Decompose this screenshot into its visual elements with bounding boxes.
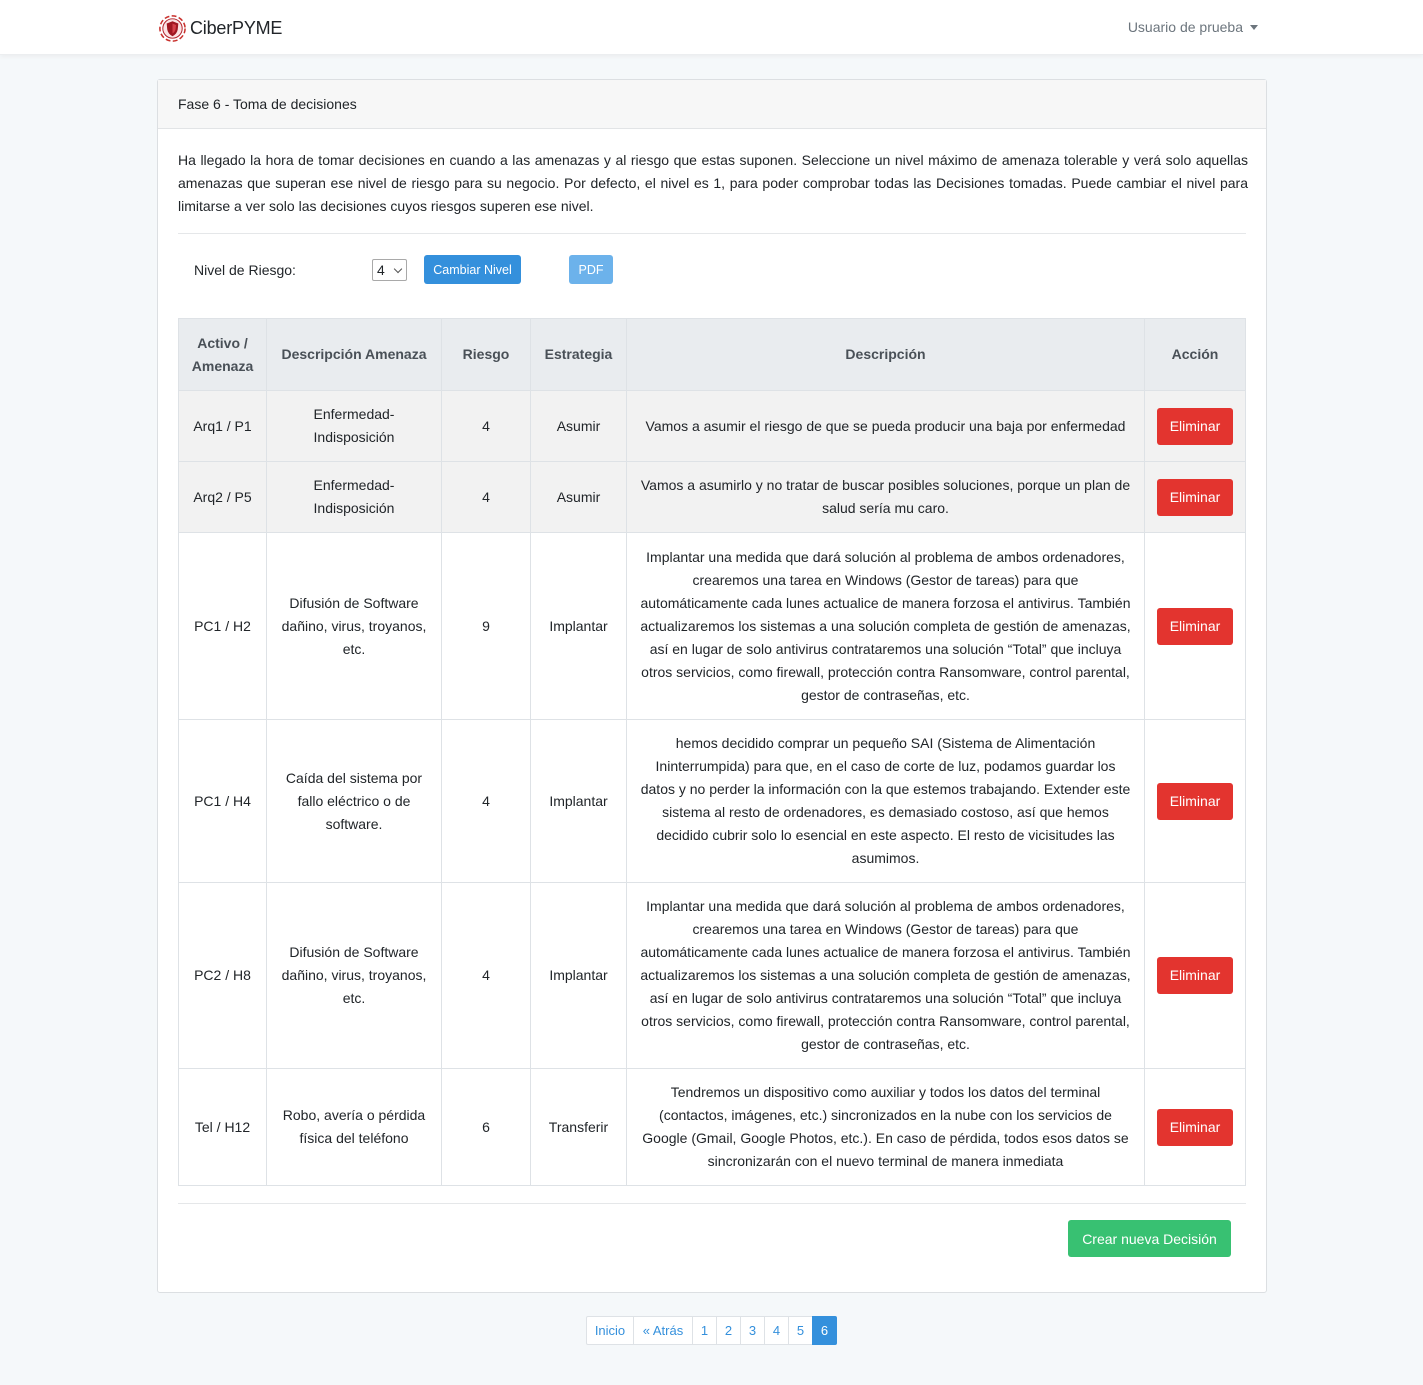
table-row: PC1 / H4 Caída del sistema por fallo eléc…	[178, 719, 1246, 883]
table-row: Arq1 / P1 Enfermedad-Indisposición 4 Asumir…	[178, 390, 1246, 462]
cell-activo: Tel / H12	[178, 1068, 267, 1186]
cell-accion: Eliminar	[1144, 461, 1246, 533]
cell-accion: Eliminar	[1144, 1068, 1246, 1186]
header-estrategia: Estrategia	[530, 318, 627, 391]
user-name: Usuario de prueba	[1127, 19, 1243, 35]
cell-activo: Arq2 / P5	[178, 461, 267, 533]
divider	[178, 1203, 1246, 1204]
risk-level-value: 4	[377, 262, 385, 278]
decisions-table: Activo / Amenaza Descripción Amenaza Rie…	[178, 318, 1246, 1186]
pdf-button[interactable]: PDF	[569, 255, 613, 284]
table-header-row: Activo / Amenaza Descripción Amenaza Rie…	[178, 318, 1246, 391]
user-dropdown[interactable]: Usuario de prueba	[1128, 19, 1258, 35]
pagination: Inicio « Atrás 1 2 3 4 5 6	[586, 1316, 837, 1345]
cell-activo: PC1 / H2	[178, 532, 267, 720]
card-header: Fase 6 - Toma de decisiones	[158, 80, 1266, 129]
cell-riesgo: 4	[441, 461, 531, 533]
delete-button[interactable]: Eliminar	[1157, 782, 1233, 820]
delete-button[interactable]: Eliminar	[1157, 957, 1233, 994]
risk-level-label: Nivel de Riesgo:	[194, 262, 296, 278]
cell-accion: Eliminar	[1144, 532, 1246, 720]
cell-estrategia: Implantar	[530, 882, 627, 1069]
change-level-button[interactable]: Cambiar Nivel	[424, 255, 521, 284]
cell-estrategia: Asumir	[530, 390, 627, 462]
cell-estrategia: Implantar	[530, 719, 627, 883]
cell-activo: Arq1 / P1	[178, 390, 267, 462]
page-link[interactable]: 2	[716, 1316, 741, 1345]
table-row: Arq2 / P5 Enfermedad-Indisposición 4 Asumir…	[178, 461, 1246, 533]
page-link[interactable]: Inicio	[586, 1316, 634, 1345]
header-activo: Activo / Amenaza	[178, 318, 267, 391]
cell-riesgo: 4	[441, 390, 531, 462]
cell-accion: Eliminar	[1144, 719, 1246, 883]
create-decision-button[interactable]: Crear nueva Decisión	[1068, 1220, 1231, 1257]
cell-descripcion: Vamos a asumir el riesgo de que se pueda…	[626, 390, 1145, 462]
intro-text: Ha llegado la hora de tomar decisiones e…	[178, 152, 1248, 214]
shield-logo-icon	[159, 14, 186, 42]
chevron-down-icon	[393, 264, 403, 274]
cell-accion: Eliminar	[1144, 390, 1246, 462]
page-link[interactable]: « Atrás	[633, 1316, 693, 1345]
delete-button[interactable]: Eliminar	[1157, 407, 1233, 445]
cell-descripcion: hemos decidido comprar un pequeño SAI (S…	[626, 719, 1145, 883]
table-row: PC2 / H8 Difusión de Software dañino, vir…	[178, 882, 1246, 1069]
cell-descripcion: Vamos a asumirlo y no tratar de buscar p…	[626, 461, 1145, 533]
page-link[interactable]: 1	[692, 1316, 717, 1345]
cell-accion: Eliminar	[1144, 882, 1246, 1069]
divider	[178, 233, 1246, 234]
cell-estrategia: Transferir	[530, 1068, 627, 1186]
cell-riesgo: 4	[441, 882, 531, 1069]
card-title: Fase 6 - Toma de decisiones	[178, 96, 357, 112]
caret-down-icon	[1250, 24, 1258, 30]
page-link[interactable]: 5	[788, 1316, 813, 1345]
cell-descripcion-amenaza: Robo, avería o pérdida física del teléfo…	[266, 1068, 442, 1186]
cell-descripcion: Tendremos un dispositivo como auxiliar y…	[626, 1068, 1145, 1186]
page-link[interactable]: 3	[740, 1316, 765, 1345]
cell-estrategia: Asumir	[530, 461, 627, 533]
table-row: Tel / H12 Robo, avería o pérdida física d…	[178, 1068, 1246, 1186]
cell-descripcion-amenaza: Difusión de Software dañino, virus, troy…	[266, 532, 442, 720]
cell-activo: PC1 / H4	[178, 719, 267, 883]
cell-activo: PC2 / H8	[178, 882, 267, 1069]
brand-link[interactable]: CiberPYME	[157, 12, 282, 44]
cell-riesgo: 9	[441, 532, 531, 720]
delete-button[interactable]: Eliminar	[1157, 1108, 1233, 1146]
brand-name: CiberPYME	[190, 17, 283, 38]
cell-descripcion: Implantar una medida que dará solución a…	[626, 532, 1145, 720]
risk-level-select[interactable]: 4	[372, 259, 407, 281]
page-link[interactable]: 6	[812, 1316, 837, 1345]
cell-descripcion-amenaza: Enfermedad-Indisposición	[266, 390, 442, 462]
header-descripcion: Descripción	[626, 318, 1145, 391]
page-link[interactable]: 4	[764, 1316, 789, 1345]
table-row: PC1 / H2 Difusión de Software dañino, vir…	[178, 532, 1246, 720]
cell-riesgo: 4	[441, 719, 531, 883]
cell-descripcion-amenaza: Difusión de Software dañino, virus, troy…	[266, 882, 442, 1069]
cell-descripcion-amenaza: Caída del sistema por fallo eléctrico o …	[266, 719, 442, 883]
delete-button[interactable]: Eliminar	[1157, 478, 1233, 516]
decisions-card: Fase 6 - Toma de decisiones Ha llegado l…	[157, 79, 1267, 1293]
header-descripcion-amenaza: Descripción Amenaza	[266, 318, 442, 391]
cell-riesgo: 6	[441, 1068, 531, 1186]
delete-button[interactable]: Eliminar	[1157, 607, 1233, 645]
top-navbar: CiberPYME Usuario de prueba	[0, 0, 1423, 55]
header-riesgo: Riesgo	[441, 318, 531, 391]
header-accion: Acción	[1144, 318, 1246, 391]
cell-descripcion: Implantar una medida que dará solución a…	[626, 882, 1145, 1069]
cell-descripcion-amenaza: Enfermedad-Indisposición	[266, 461, 442, 533]
cell-estrategia: Implantar	[530, 532, 627, 720]
